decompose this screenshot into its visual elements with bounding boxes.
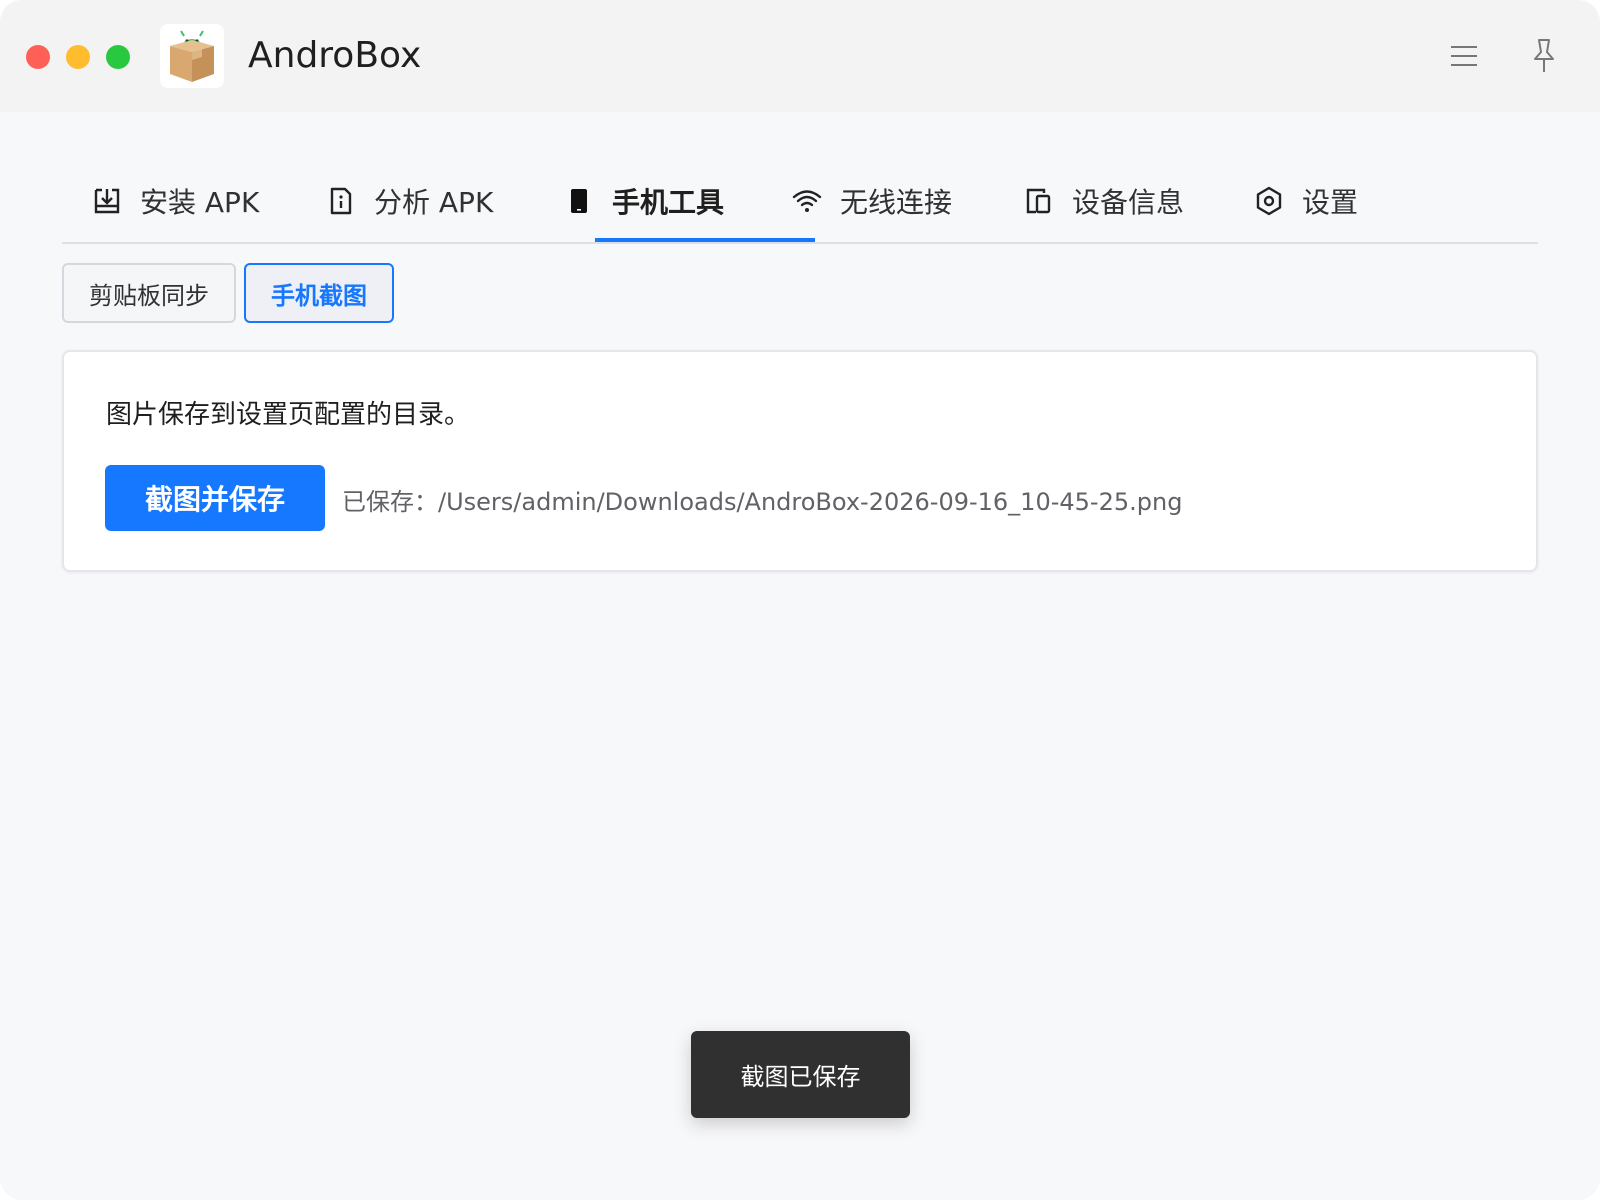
tab-label: 无线连接 <box>840 186 953 219</box>
title-bar: AndroBox <box>0 0 1600 112</box>
tab-settings[interactable]: 设置 <box>1254 160 1358 242</box>
toast-notification: 截图已保存 <box>691 1031 910 1118</box>
tab-wireless-connect[interactable]: 无线连接 <box>792 160 952 242</box>
tab-label: 安装 APK <box>140 186 260 219</box>
devices-icon <box>1024 186 1054 216</box>
screenshot-save-button[interactable]: 截图并保存 <box>105 465 325 531</box>
file-info-icon <box>326 186 356 216</box>
tab-device-info[interactable]: 设备信息 <box>1024 160 1184 242</box>
subtab-clipboard-sync[interactable]: 剪贴板同步 <box>62 263 236 323</box>
app-title: AndroBox <box>248 35 422 76</box>
install-icon <box>92 186 122 216</box>
maximize-window-button[interactable] <box>106 45 130 69</box>
tab-label: 设备信息 <box>1072 186 1185 219</box>
close-window-button[interactable] <box>26 45 50 69</box>
settings-hex-icon <box>1254 186 1284 216</box>
main-tab-bar: 安装 APK 分析 APK 手机工具 无线连接 设备信息 设置 <box>62 160 1538 244</box>
tab-label: 分析 APK <box>374 186 494 219</box>
minimize-window-button[interactable] <box>66 45 90 69</box>
subtab-phone-screenshot[interactable]: 手机截图 <box>244 263 394 323</box>
saved-path-text: 已保存：/Users/admin/Downloads/AndroBox-2026… <box>342 488 1183 516</box>
screenshot-card: 图片保存到设置页配置的目录。 截图并保存 已保存：/Users/admin/Do… <box>62 350 1538 572</box>
menu-icon[interactable] <box>1448 42 1480 70</box>
tab-install-apk[interactable]: 安装 APK <box>92 160 259 242</box>
screenshot-description: 图片保存到设置页配置的目录。 <box>106 400 471 430</box>
app-logo-icon <box>160 24 224 88</box>
tab-label: 手机工具 <box>612 186 725 219</box>
tab-phone-tools[interactable]: 手机工具 <box>564 160 724 242</box>
app-window: AndroBox 安装 APK 分析 APK 手机工具 无线连接 设备信息 设置… <box>0 0 1600 1200</box>
pin-icon[interactable] <box>1528 36 1560 76</box>
tab-label: 设置 <box>1302 186 1359 219</box>
tab-analyze-apk[interactable]: 分析 APK <box>326 160 493 242</box>
wifi-icon <box>792 186 822 216</box>
active-tab-indicator <box>595 238 815 242</box>
phone-icon <box>564 186 594 216</box>
